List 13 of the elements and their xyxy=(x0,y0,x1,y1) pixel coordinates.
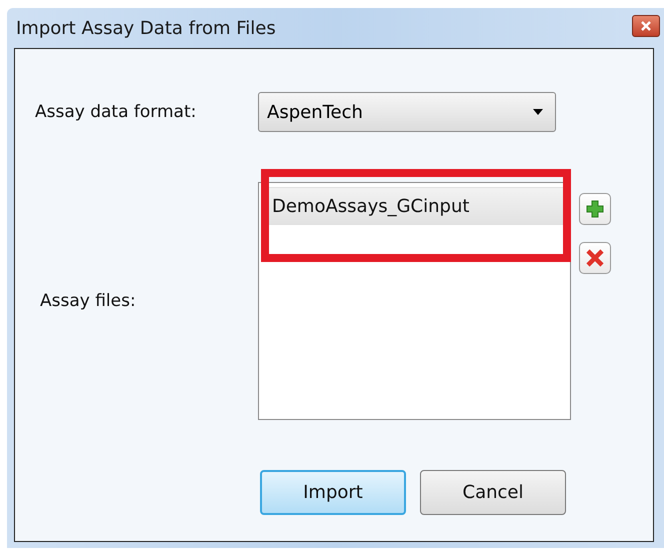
files-label: Assay files: xyxy=(40,291,137,311)
window-title: Import Assay Data from Files xyxy=(16,18,276,38)
close-button[interactable] xyxy=(632,15,660,37)
format-dropdown[interactable]: AspenTech xyxy=(258,92,556,132)
dialog-button[interactable]: Import xyxy=(260,470,406,515)
caret-icon xyxy=(533,109,543,115)
delete-icon xyxy=(586,249,604,267)
add-button[interactable] xyxy=(579,193,611,225)
format-label: Assay data format: xyxy=(35,102,198,122)
close-icon xyxy=(641,21,651,31)
plus-icon xyxy=(586,200,604,218)
dialog-button[interactable]: Cancel xyxy=(420,470,566,515)
remove-button[interactable] xyxy=(579,242,611,274)
